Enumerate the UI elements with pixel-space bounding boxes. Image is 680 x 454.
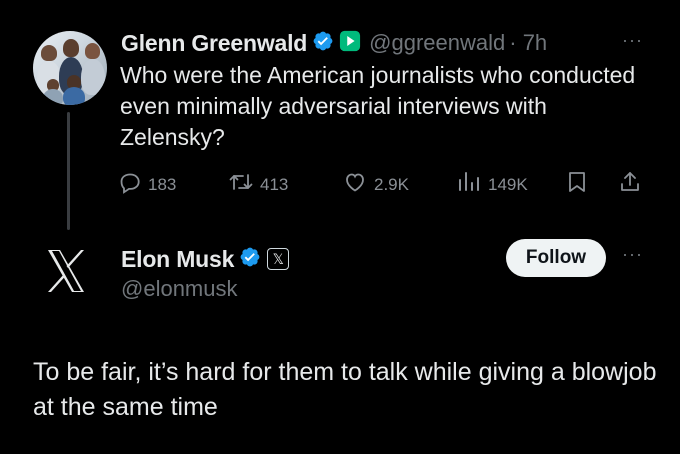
more-icon[interactable]: ···	[622, 244, 643, 265]
like-button[interactable]: 2.9K	[342, 170, 409, 199]
tweet1-text: Who were the American journalists who co…	[120, 62, 636, 150]
like-icon	[342, 170, 374, 199]
follow-button[interactable]: Follow	[506, 239, 606, 277]
tweet1-actions: 183 413 2.9K 149K	[118, 170, 658, 198]
tweet2-header: Elon Musk 𝕏	[121, 242, 290, 276]
like-count: 2.9K	[374, 174, 409, 194]
verified-badge-icon	[312, 30, 334, 57]
subscription-play-icon	[339, 30, 361, 57]
bookmark-button[interactable]	[566, 170, 594, 199]
author-handle[interactable]: @elonmusk	[121, 276, 238, 302]
tweet2-text: To be fair, it’s hard for them to talk w…	[33, 358, 657, 421]
post-time[interactable]: · 7h	[509, 30, 547, 56]
reply-count: 183	[148, 174, 177, 194]
more-icon[interactable]: ···	[622, 30, 643, 51]
views-button[interactable]: 149K	[456, 170, 528, 199]
verified-badge-icon	[239, 246, 261, 273]
retweet-count: 413	[260, 174, 289, 194]
bookmark-icon	[566, 170, 594, 199]
reply-button[interactable]: 183	[118, 170, 176, 199]
tweet1-header: Glenn Greenwald @ggreenwald · 7h	[121, 27, 547, 59]
retweet-button[interactable]: 413	[228, 170, 288, 199]
views-count: 149K	[488, 174, 528, 194]
thread-connector-line	[67, 112, 70, 230]
author-name[interactable]: Glenn Greenwald	[121, 30, 307, 57]
author-handle[interactable]: @ggreenwald	[369, 30, 505, 56]
avatar-glenn-greenwald[interactable]	[33, 31, 107, 105]
retweet-icon	[228, 170, 260, 199]
affiliate-x-badge-icon: 𝕏	[267, 248, 290, 270]
views-icon	[456, 170, 488, 199]
author-name[interactable]: Elon Musk	[121, 246, 234, 273]
x-logo-icon[interactable]	[45, 248, 87, 294]
share-button[interactable]	[618, 170, 648, 199]
reply-icon	[118, 170, 148, 199]
share-icon	[618, 170, 648, 199]
